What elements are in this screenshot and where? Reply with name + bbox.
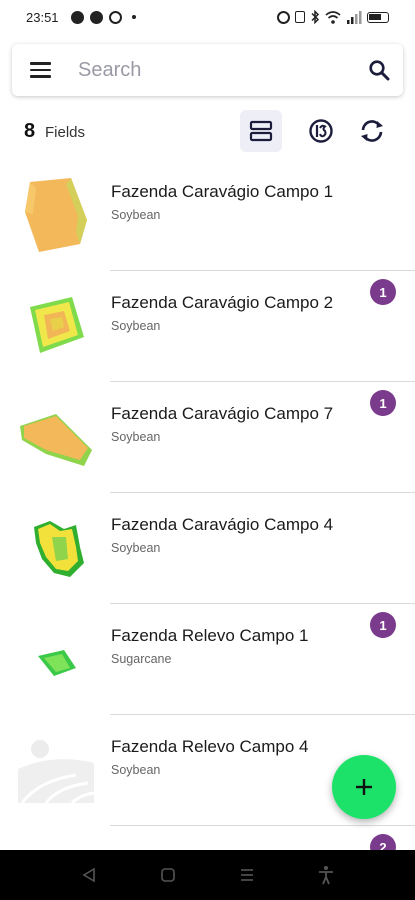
alert-badge: 1 (370, 390, 396, 416)
alert-badge: 1 (370, 612, 396, 638)
field-crop: Soybean (111, 319, 161, 333)
accessibility-icon[interactable] (317, 865, 335, 885)
plus-icon (356, 779, 372, 795)
field-row[interactable]: Fazenda Caravágio Campo 2 Soybean 1 (0, 271, 415, 382)
field-name: Fazenda Caravágio Campo 2 (111, 293, 334, 312)
field-count: 8 (24, 120, 36, 142)
signal-icon (347, 10, 362, 24)
more-notifications-icon (131, 15, 136, 19)
field-thumbnail (20, 414, 92, 466)
field-count-label: Fields (45, 124, 86, 141)
bluetooth-icon (311, 10, 320, 24)
field-thumbnail (30, 297, 84, 353)
search-bar (12, 44, 403, 96)
alert-badge: 1 (370, 279, 396, 305)
field-placeholder-icon (18, 740, 95, 805)
search-input[interactable] (78, 58, 355, 82)
status-left: 23:51 (26, 10, 136, 25)
field-crop: Soybean (111, 430, 161, 444)
season-button[interactable] (300, 110, 342, 152)
battery-icon (367, 11, 389, 23)
field-name: Fazenda Caravágio Campo 4 (111, 515, 334, 534)
field-crop: Sugarcane (111, 652, 172, 666)
list-view-icon (249, 120, 273, 142)
field-row[interactable]: Fazenda Caravágio Campo 1 Soybean (0, 160, 415, 271)
status-right (277, 10, 389, 24)
field-thumbnail (34, 521, 84, 577)
field-row[interactable]: Fazenda Caravágio Campo 7 Soybean 1 (0, 382, 415, 493)
field-name: Fazenda Relevo Campo 1 (111, 626, 309, 645)
vibrate-icon (295, 11, 305, 23)
search-icon[interactable] (355, 44, 403, 96)
field-thumbnail (25, 178, 87, 252)
menu-icon[interactable] (18, 44, 62, 96)
system-nav-bar (0, 850, 415, 900)
field-name: Fazenda Caravágio Campo 1 (111, 182, 334, 201)
sync-button[interactable] (351, 110, 393, 152)
status-time: 23:51 (26, 9, 59, 25)
field-name: Fazenda Caravágio Campo 7 (111, 404, 334, 423)
season-globe-icon (309, 119, 333, 143)
recents-icon[interactable] (238, 866, 256, 884)
telegram-icon (89, 10, 103, 24)
list-toolbar: 8 Fields (0, 108, 415, 152)
home-icon[interactable] (159, 866, 177, 884)
field-name: Fazenda Relevo Campo 4 (111, 737, 309, 756)
field-crop: Soybean (111, 541, 161, 555)
sync-icon (361, 120, 383, 142)
add-field-button[interactable] (332, 755, 396, 819)
list-view-button[interactable] (240, 110, 282, 152)
notification-icon (70, 10, 84, 24)
field-row[interactable]: Fazenda Relevo Campo 1 Sugarcane 1 (0, 604, 415, 715)
field-crop: Soybean (111, 208, 161, 222)
status-bar: 23:51 (0, 0, 415, 34)
wifi-icon (325, 10, 341, 24)
field-crop: Soybean (111, 763, 161, 777)
field-thumbnail (38, 650, 76, 676)
alarm-icon (277, 10, 290, 24)
whatsapp-icon (108, 10, 122, 24)
back-icon[interactable] (80, 866, 98, 884)
field-row[interactable]: Fazenda Caravágio Campo 4 Soybean (0, 493, 415, 604)
